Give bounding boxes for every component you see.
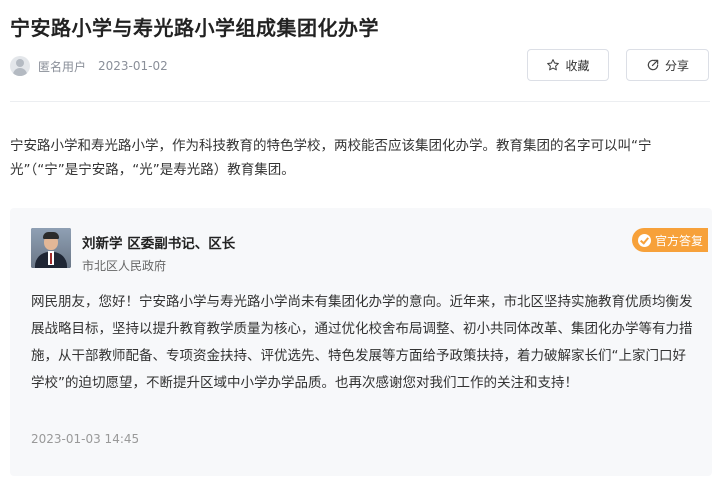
question-text: 宁安路小学和寿光路小学，作为科技教育的特色学校，两校能否应该集团化办学。教育集团… [10,138,652,178]
favorite-button[interactable]: 收藏 [527,49,609,81]
answer-card: 刘新学 区委副书记、区长 市北区人民政府 官方答复 网民朋友，您好！宁安路小学与… [10,208,712,476]
page-title: 宁安路小学与寿光路小学组成集团化办学 [10,16,379,40]
badge-label: 官方答复 [655,233,704,248]
star-icon [547,59,560,71]
author-name: 匿名用户 [38,59,87,74]
article-meta: 匿名用户 2023-01-02 [10,55,168,77]
responder-name: 刘新学 区委副书记、区长 [82,236,236,252]
share-icon [647,59,659,71]
favorite-label: 收藏 [565,58,590,73]
share-label: 分享 [664,58,689,73]
answer-date: 2023-01-03 14:45 [31,432,140,446]
page: 宁安路小学与寿光路小学组成集团化办学 匿名用户 2023-01-02 收藏 分享… [0,0,722,481]
user-avatar-icon [10,56,30,76]
responder-avatar [31,228,71,268]
divider [10,101,710,102]
answer-content: 网民朋友，您好！宁安路小学与寿光路小学尚未有集团化办学的意向。近年来，市北区坚持… [31,294,693,391]
publish-date: 2023-01-02 [98,59,168,73]
responder-organization: 市北区人民政府 [82,259,167,273]
official-reply-badge: 官方答复 [632,228,708,252]
check-circle-icon [638,233,651,247]
share-button[interactable]: 分享 [626,49,709,81]
